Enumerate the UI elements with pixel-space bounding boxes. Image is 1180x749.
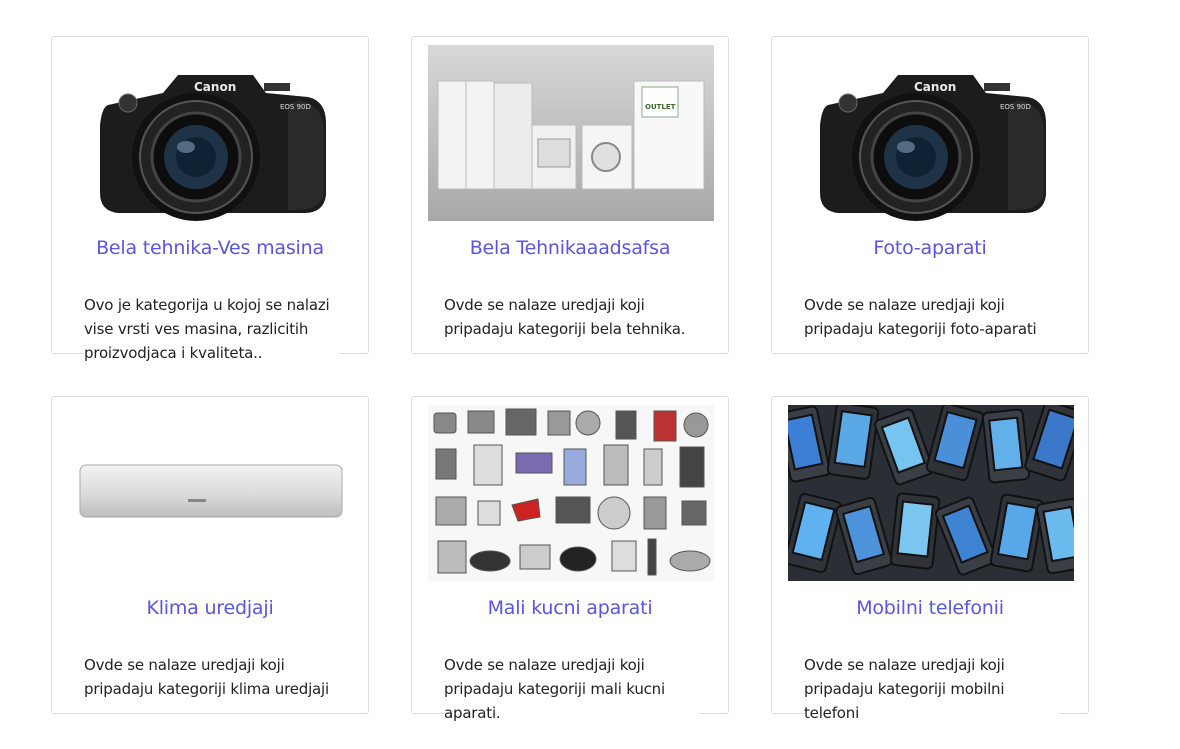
category-card[interactable]: Mali kucni aparati Ovde se nalaze uredja… [411,396,729,725]
category-card[interactable]: OUTLET Bela Tehnikaaadsafsa Ovde se nala… [411,36,729,354]
camera-brand-label: Canon [914,80,956,94]
category-description: Ovde se nalaze uredjaji koji pripadaju k… [804,653,1059,725]
outlet-logo-label: OUTLET [645,103,676,111]
category-card[interactable]: Klima uredjaji Ovde se nalaze uredjaji k… [51,396,369,714]
camera-image[interactable]: Canon EOS 90D [788,45,1074,221]
category-title[interactable]: Klima uredjaji [52,597,368,619]
category-title[interactable]: Mali kucni aparati [412,597,728,619]
appliances-image[interactable]: OUTLET [428,45,714,221]
category-description: Ovo je kategorija u kojoj se nalazi vise… [84,293,339,365]
camera-brand-label: Canon [194,80,236,94]
category-description: Ovde se nalaze uredjaji koji pripadaju k… [444,293,699,341]
category-title[interactable]: Mobilni telefonii [772,597,1088,619]
air-conditioner-image[interactable] [68,405,354,581]
category-title[interactable]: Bela Tehnikaaadsafsa [412,237,728,259]
category-description: Ovde se nalaze uredjaji koji pripadaju k… [804,293,1059,341]
mobile-phones-image[interactable] [788,405,1074,581]
category-description: Ovde se nalaze uredjaji koji pripadaju k… [444,653,699,725]
camera-image[interactable]: Canon EOS 90D [68,45,354,221]
camera-model-label: EOS 90D [280,103,311,111]
category-title[interactable]: Bela tehnika-Ves masina [52,237,368,259]
category-card[interactable]: Canon EOS 90D Bela tehnika-Ves masina Ov… [51,36,369,365]
category-title[interactable]: Foto-aparati [772,237,1088,259]
category-card[interactable]: Canon EOS 90D Foto-aparati Ovde se nalaz… [771,36,1089,354]
category-card[interactable]: Mobilni telefonii Ovde se nalaze uredjaj… [771,396,1089,725]
small-appliances-image[interactable] [428,405,714,581]
camera-model-label: EOS 90D [1000,103,1031,111]
category-description: Ovde se nalaze uredjaji koji pripadaju k… [84,653,339,701]
